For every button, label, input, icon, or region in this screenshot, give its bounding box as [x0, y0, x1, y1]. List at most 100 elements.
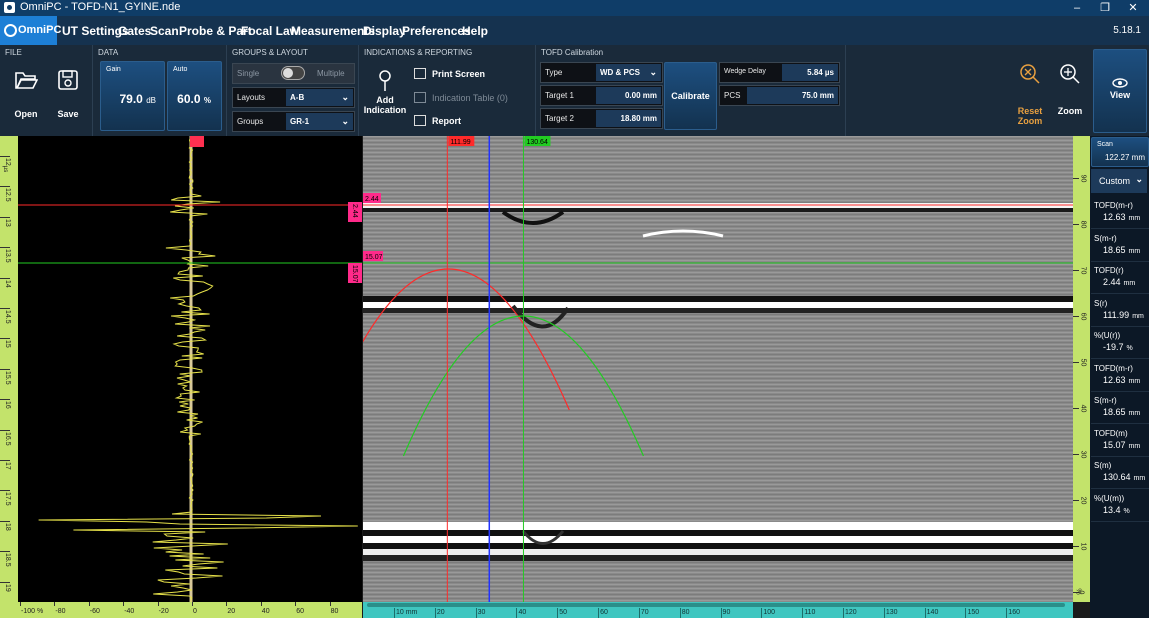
tofd-caption: TOFD Calibration — [541, 48, 604, 57]
target2-field[interactable]: Target 2 18.80 mm — [540, 108, 663, 129]
groups-value: GR-1 — [290, 117, 310, 126]
measurement-item[interactable]: TOFD(r) 2.44 mm — [1091, 263, 1149, 294]
scan-axis-ruler[interactable]: 10 mm 20 30 40 50 60 70 80 90 100 110 120 130 140 150 1… — [363, 602, 1073, 618]
deep-echo-band — [363, 530, 1073, 536]
measurement-set-select[interactable]: Custom ⌄ — [1091, 169, 1147, 193]
percent-tick-label: 20 — [1079, 496, 1087, 505]
menu-preferences[interactable]: Preferences — [402, 24, 471, 38]
menu-scan[interactable]: Scan — [150, 24, 179, 38]
restore-button[interactable]: ❐ — [1091, 0, 1119, 16]
measurement-item[interactable]: %(U(r)) -19.7% — [1091, 328, 1149, 359]
scan-tick-mark — [1006, 608, 1008, 618]
deep-echo-band — [363, 536, 1073, 543]
measurement-unit: mm — [1133, 475, 1146, 482]
amplitude-tick-mark — [123, 602, 125, 606]
calibrate-button[interactable]: Calibrate — [664, 62, 717, 130]
app-icon — [4, 2, 15, 13]
ascan-gate-marker[interactable] — [190, 136, 204, 147]
scan-tick-mark — [598, 608, 600, 618]
measurement-unit: % — [1123, 507, 1130, 515]
measurement-value: 18.65 mm — [1103, 407, 1141, 417]
target2-label: Target 2 — [545, 114, 574, 123]
target1-field[interactable]: Target 1 0.00 mm — [540, 85, 663, 106]
bscan-view[interactable]: 2.44 15.07 111.99 130.64 — [363, 136, 1073, 602]
reset-zoom-icon — [1020, 64, 1040, 84]
measurement-value: 13.4% — [1103, 504, 1130, 515]
time-unit-label: µs — [2, 165, 9, 173]
indication-table-button[interactable]: Indication Table (0) — [414, 92, 508, 103]
file-caption: FILE — [5, 48, 22, 57]
measurement-item[interactable]: %(U(m)) 13.4% — [1091, 491, 1149, 522]
layouts-select[interactable]: Layouts A-B ⌄ — [232, 87, 355, 108]
pcs-value: 75.0 mm — [801, 91, 834, 100]
add-indication-button[interactable]: Add Indication — [363, 69, 407, 133]
data-section: DATA Gain 79.0 dB Auto 60.0 % — [93, 45, 227, 136]
measurement-item[interactable]: S(r) 111.99 mm — [1091, 296, 1149, 327]
reset-label: Reset — [1017, 106, 1043, 116]
groups-caption: GROUPS & LAYOUT — [232, 48, 308, 57]
single-multiple-toggle[interactable]: Single Multiple — [232, 63, 355, 84]
measurement-label: %(U(r)) — [1094, 331, 1121, 340]
toggle-switch[interactable] — [281, 66, 305, 80]
scan-scrollbar — [367, 603, 1065, 607]
measurement-value: 130.64 mm — [1103, 472, 1146, 482]
auto-tile[interactable]: Auto 60.0 % — [167, 61, 222, 131]
measurement-unit: mm — [1128, 410, 1141, 417]
ascan-view[interactable]: 2.44 15.07 — [18, 135, 362, 603]
chevron-down-icon: ⌄ — [341, 92, 349, 102]
measurement-label: TOFD(r) — [1094, 266, 1124, 275]
multiple-label: Multiple — [317, 69, 345, 78]
measurement-item[interactable]: S(m-r) 18.65 mm — [1091, 393, 1149, 424]
amplitude-color-ruler: 90 80 70 60 50 40 30 20 10 0% — [1073, 136, 1090, 602]
scan-tick-mark — [883, 608, 885, 618]
measurement-item[interactable]: S(m) 130.64 mm — [1091, 458, 1149, 489]
menu-help[interactable]: Help — [462, 24, 488, 38]
measurement-item[interactable]: TOFD(m) 15.07 mm — [1091, 426, 1149, 457]
reset-zoom-button[interactable]: Reset Zoom — [1012, 63, 1048, 131]
measurement-item[interactable]: TOFD(m-r) 12.63 mm — [1091, 198, 1149, 229]
measurement-value: 111.99 mm — [1103, 309, 1144, 320]
target2-value: 18.80 mm — [620, 114, 657, 123]
gain-tile[interactable]: Gain 79.0 dB — [100, 61, 165, 131]
scan-position-field[interactable]: Scan 122.27 mm — [1091, 137, 1149, 167]
minimize-button[interactable]: – — [1063, 0, 1091, 16]
amplitude-tick-label: -40 — [124, 608, 135, 615]
menu-gates[interactable]: Gates — [118, 24, 151, 38]
measurement-item[interactable]: S(m-r) 18.65 mm — [1091, 231, 1149, 262]
time-tick-label: 17.5 — [4, 492, 11, 507]
save-label: Save — [57, 109, 79, 119]
time-tick-label: 18 — [4, 522, 11, 531]
window-title: OmniPC - TOFD-N1_GYINE.nde — [20, 1, 181, 13]
scan-tick-mark — [965, 608, 967, 618]
percent-tick-mark — [1073, 178, 1079, 179]
omnipc-menu[interactable]: OmniPC — [0, 16, 61, 45]
report-button[interactable]: Report — [414, 115, 461, 126]
gain-value: 79.0 — [119, 92, 143, 106]
wedge-delay-field[interactable]: Wedge Delay 5.84 µs — [719, 62, 840, 83]
save-button[interactable]: Save — [50, 69, 86, 129]
measurement-item[interactable]: TOFD(m-r) 12.63 mm — [1091, 361, 1149, 392]
time-tick-label: 16 — [4, 401, 11, 409]
groups-select[interactable]: Groups GR-1 ⌄ — [232, 111, 355, 132]
scan-value: 122.27 mm — [1104, 153, 1145, 162]
menu-display[interactable]: Display — [363, 24, 406, 38]
gain-label: Gain — [106, 66, 121, 73]
view-button[interactable]: View — [1093, 49, 1147, 133]
amplitude-tick-mark — [260, 602, 262, 606]
close-button[interactable]: ✕ — [1119, 0, 1147, 16]
percent-tick-mark — [1073, 362, 1079, 363]
scan-tick-label: 10 mm — [396, 609, 418, 616]
measurement-unit: mm — [1132, 312, 1144, 320]
time-tick-label: 14 — [4, 279, 11, 288]
scan-tick-mark — [638, 608, 640, 618]
time-tick-label: 14.5 — [4, 310, 11, 324]
open-button[interactable]: Open — [8, 69, 44, 129]
deep-echo-band — [363, 522, 1073, 530]
amplitude-tick-mark — [329, 602, 331, 606]
zoom-button[interactable]: Zoom — [1052, 63, 1088, 131]
print-screen-button[interactable]: Print Screen — [414, 68, 485, 79]
amplitude-tick-label: -60 — [89, 608, 100, 615]
tofd-type-select[interactable]: Type WD & PCS ⌄ — [540, 62, 663, 83]
pcs-field[interactable]: PCS 75.0 mm — [719, 85, 840, 106]
eye-icon — [1112, 78, 1128, 88]
